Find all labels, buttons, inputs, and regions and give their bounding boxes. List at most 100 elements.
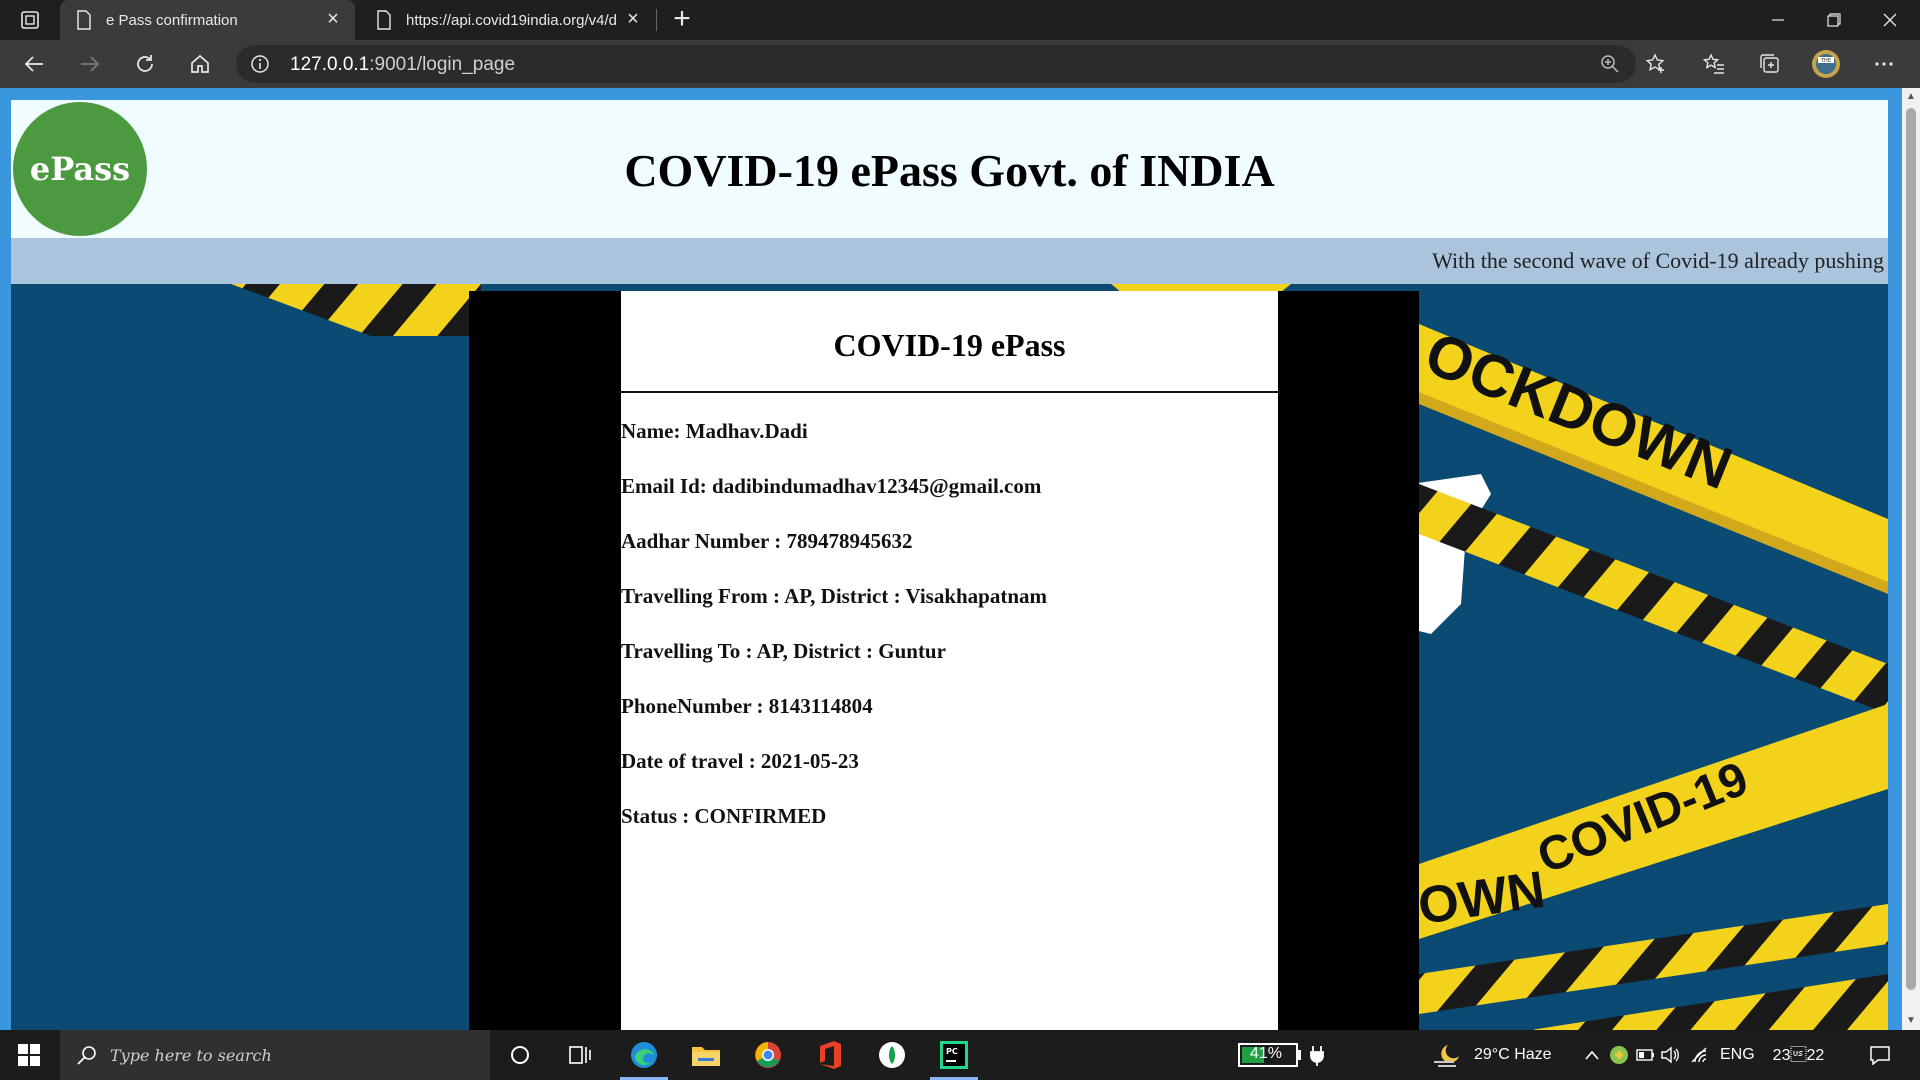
svg-text:THE: THE xyxy=(1820,58,1831,64)
battery-meter[interactable]: 41% xyxy=(1238,1030,1324,1080)
home-button[interactable] xyxy=(184,48,216,80)
field-travelling-to: Travelling To : AP, District : Guntur xyxy=(621,639,946,663)
collections-icon xyxy=(1760,54,1779,73)
minimize-icon xyxy=(1772,19,1784,21)
tab-api-covid19india[interactable]: https://api.covid19india.org/v4/d × xyxy=(360,0,655,40)
clock-time[interactable]: 23 22 xyxy=(1773,1046,1825,1065)
action-center-button[interactable] xyxy=(1850,1030,1910,1080)
tab-bar: e Pass confirmation × https://api.covid1… xyxy=(0,0,1920,40)
favorites-button[interactable] xyxy=(1698,48,1730,80)
taskbar-office[interactable] xyxy=(800,1030,860,1080)
scroll-down-icon[interactable]: ▼ xyxy=(1902,1014,1920,1028)
start-button[interactable] xyxy=(0,1030,58,1080)
zoom-icon xyxy=(1601,55,1619,73)
taskbar-search-box[interactable]: Type here to search xyxy=(60,1030,490,1080)
cortana-button[interactable] xyxy=(490,1030,550,1080)
input-language[interactable]: ENG xyxy=(1720,1046,1755,1064)
tab-actions-icon[interactable] xyxy=(20,10,40,30)
card-title: COVID-19 ePass xyxy=(833,327,1066,363)
close-tab-icon[interactable]: × xyxy=(623,9,643,29)
marquee-text: With the second wave of Covid-19 already… xyxy=(1432,248,1884,273)
leaf-app-icon xyxy=(879,1042,905,1068)
wifi-icon[interactable] xyxy=(1690,1046,1710,1064)
volume-icon[interactable] xyxy=(1660,1046,1680,1064)
news-marquee: With the second wave of Covid-19 already… xyxy=(11,238,1888,284)
profile-button[interactable]: THE xyxy=(1810,48,1842,80)
system-tray: ENG 23 22 xyxy=(1584,1030,1824,1080)
taskbar-edge[interactable] xyxy=(614,1030,674,1080)
pycharm-icon: PC xyxy=(940,1041,968,1069)
taskbar-app-leaf[interactable] xyxy=(862,1030,922,1080)
restore-icon xyxy=(1827,13,1841,27)
url-path: :9001/login_page xyxy=(369,54,516,75)
field-phone: PhoneNumber : 8143114804 xyxy=(621,694,873,718)
add-favorite-button[interactable] xyxy=(1640,48,1672,80)
tab-separator xyxy=(656,9,657,31)
forward-arrow-icon xyxy=(81,56,100,72)
card-divider xyxy=(621,391,1278,393)
scroll-up-icon[interactable]: ▲ xyxy=(1902,90,1920,104)
task-view-icon xyxy=(569,1046,591,1064)
field-name: Name: Madhav.Dadi xyxy=(621,419,808,443)
show-hidden-icons-chevron-icon[interactable] xyxy=(1584,1049,1600,1061)
charging-plug-icon xyxy=(1310,1046,1324,1066)
zoom-button[interactable] xyxy=(1594,48,1626,80)
page-viewport: ePass COVID-19 ePass Govt. of INDIA With… xyxy=(0,88,1920,1030)
taskbar-file-explorer[interactable] xyxy=(676,1030,736,1080)
new-tab-button[interactable]: + xyxy=(666,4,698,36)
field-travelling-from: Travelling From : AP, District : Visakha… xyxy=(621,584,1048,608)
navigation-bar: 127.0.0.1:9001/login_page THE xyxy=(0,40,1920,88)
folder-icon xyxy=(692,1047,720,1066)
collections-button[interactable] xyxy=(1754,48,1786,80)
epass-card: COVID-19 ePass Name: Madhav.Dadi Email I… xyxy=(621,291,1278,1030)
windows-logo-icon xyxy=(18,1044,40,1066)
refresh-button[interactable] xyxy=(129,48,161,80)
site-title: COVID-19 ePass Govt. of INDIA xyxy=(624,145,1275,196)
search-icon xyxy=(77,1046,96,1065)
back-arrow-icon xyxy=(24,56,43,72)
taskbar-chrome[interactable] xyxy=(738,1030,798,1080)
taskbar-pycharm[interactable]: PC xyxy=(924,1030,984,1080)
more-dots-icon xyxy=(1875,62,1893,66)
battery-percent: 41% xyxy=(1250,1045,1283,1062)
profile-avatar-icon: THE xyxy=(1812,50,1840,78)
favorites-icon xyxy=(1703,53,1724,74)
page-icon xyxy=(77,10,91,30)
tab-epass-confirmation[interactable]: e Pass confirmation × xyxy=(60,0,355,40)
back-button[interactable] xyxy=(18,48,50,80)
battery-tray-icon[interactable] xyxy=(1636,1047,1656,1063)
vertical-scrollbar[interactable]: ▲ ▼ xyxy=(1902,88,1920,1030)
url-text: 127.0.0.1:9001/login_page xyxy=(290,54,515,76)
task-view-button[interactable] xyxy=(550,1030,610,1080)
address-bar[interactable]: 127.0.0.1:9001/login_page xyxy=(236,45,1636,83)
close-window-button[interactable] xyxy=(1862,0,1918,40)
page-icon xyxy=(377,10,391,30)
close-icon xyxy=(1883,13,1897,27)
svg-text:PC: PC xyxy=(946,1047,958,1056)
scrollbar-thumb[interactable] xyxy=(1906,108,1916,990)
site-header: ePass COVID-19 ePass Govt. of INDIA xyxy=(11,100,1888,238)
close-tab-icon[interactable]: × xyxy=(323,9,343,29)
chrome-icon xyxy=(755,1042,781,1068)
weather-widget[interactable]: 29°C Haze xyxy=(1432,1030,1552,1080)
minimize-button[interactable] xyxy=(1750,0,1806,40)
restore-button[interactable] xyxy=(1806,0,1862,40)
refresh-icon xyxy=(137,55,153,72)
field-email: Email Id: dadibindumadhav12345@gmail.com xyxy=(621,474,1042,498)
forward-button[interactable] xyxy=(74,48,106,80)
weather-text: 29°C Haze xyxy=(1474,1046,1552,1063)
office-icon xyxy=(820,1041,841,1069)
search-placeholder: Type here to search xyxy=(110,1046,272,1065)
settings-more-button[interactable] xyxy=(1868,48,1900,80)
site-info-icon[interactable] xyxy=(250,54,270,74)
field-aadhar: Aadhar Number : 789478945632 xyxy=(621,529,913,553)
moon-haze-icon xyxy=(1434,1045,1459,1067)
edge-browser-icon xyxy=(631,1042,657,1068)
star-plus-icon xyxy=(1645,53,1665,73)
home-icon xyxy=(191,54,209,73)
url-host: 127.0.0.1 xyxy=(290,54,370,75)
security-shield-icon[interactable] xyxy=(1608,1044,1630,1066)
tab-title: https://api.covid19india.org/v4/d xyxy=(406,11,616,29)
windows-taskbar: Type here to search PC 41% 29°C Haze ENG… xyxy=(0,1030,1920,1080)
field-date-of-travel: Date of travel : 2021-05-23 xyxy=(621,749,859,773)
